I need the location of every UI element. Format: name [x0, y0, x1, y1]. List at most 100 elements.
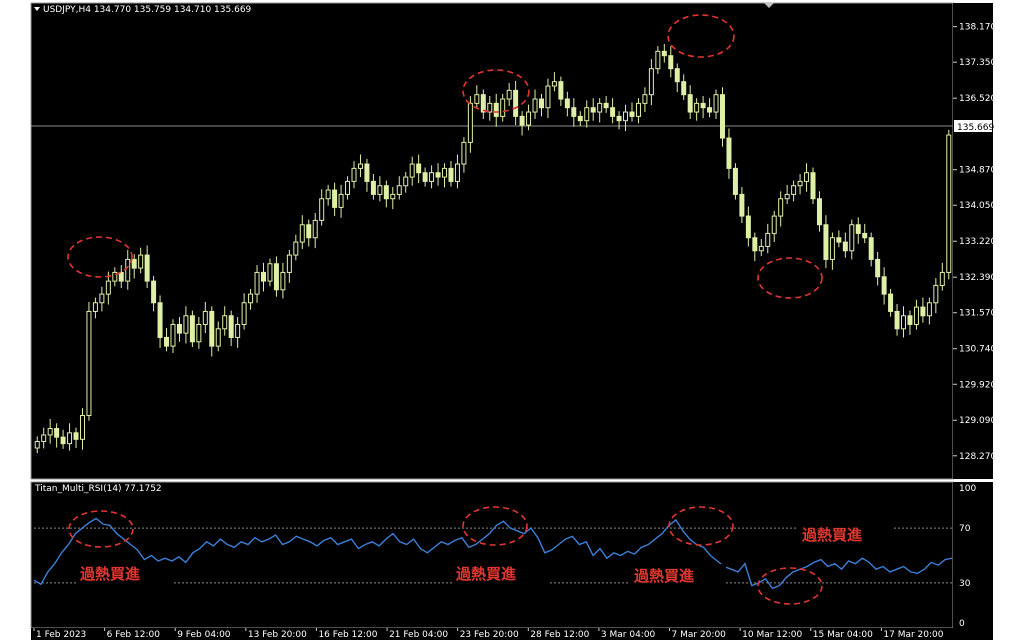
candle-body [435, 172, 441, 178]
candle-body [926, 302, 932, 317]
candle-body [429, 172, 435, 182]
rsi-level-label: 0 [959, 619, 965, 629]
candle-body [357, 163, 363, 169]
price-tick-label: 128.270 [959, 452, 996, 462]
candle-body [118, 271, 124, 282]
candle-body [338, 193, 344, 208]
candle-body [383, 185, 389, 200]
candle-body [933, 284, 939, 304]
annotation-label: 過熱買進 [633, 567, 695, 585]
time-tick-label: 16 Feb 12:00 [318, 630, 377, 640]
price-tick-label: 138.170 [959, 23, 996, 33]
rsi-level-label: 30 [959, 579, 971, 589]
candle-body [312, 219, 318, 239]
candle-body [151, 280, 157, 304]
candle-body [273, 263, 279, 291]
candle-body [189, 315, 195, 343]
symbol-header: USDJPY,H4 134.770 135.759 134.710 135.66… [43, 5, 252, 15]
candle-body [209, 310, 215, 347]
candle-body [500, 98, 506, 117]
trading-chart[interactable]: USDJPY,H4 134.770 135.759 134.710 135.66… [0, 0, 1024, 640]
candle-body [758, 245, 764, 252]
candle-body [726, 137, 732, 169]
candle-body [862, 232, 868, 239]
time-tick-label: 13 Feb 20:00 [248, 630, 307, 640]
candle-body [707, 107, 713, 113]
candle-body [823, 224, 829, 260]
candle-body [138, 254, 144, 269]
candle-body [661, 50, 667, 57]
candle-body [86, 310, 92, 416]
candle-body [571, 107, 577, 117]
candle-body [241, 302, 247, 325]
price-panel[interactable] [30, 2, 954, 480]
candle-body [551, 81, 557, 87]
candle-body [713, 94, 719, 113]
candle-body [248, 293, 254, 304]
candle-body [325, 189, 331, 200]
candle-body [280, 271, 286, 291]
candle-body [674, 68, 680, 83]
candle-body [836, 237, 842, 243]
candle-body [306, 224, 312, 239]
current-price-label: 135.669 [957, 123, 994, 133]
candle-body [442, 167, 448, 178]
candle-body [532, 98, 538, 113]
candle-body [454, 163, 460, 182]
candle-body [519, 115, 525, 126]
price-tick-label: 133.220 [959, 237, 996, 247]
candle-body [92, 302, 98, 312]
candle-body [642, 94, 648, 104]
candle-body [267, 263, 273, 282]
time-tick-label: 21 Feb 04:00 [389, 630, 448, 640]
candle-body [558, 81, 564, 100]
time-tick-label: 7 Mar 20:00 [672, 630, 727, 640]
candle-body [603, 102, 609, 109]
candle-body [590, 107, 596, 113]
candle-body [875, 258, 881, 278]
rsi-level-label: 70 [959, 524, 971, 534]
price-tick-label: 137.350 [959, 58, 996, 68]
candle-body [506, 89, 512, 100]
rsi-header: Titan_Multi_RSI(14) 77.1752 [34, 484, 162, 494]
candle-body [616, 115, 622, 122]
candle-body [732, 167, 738, 195]
candle-body [648, 68, 654, 96]
candle-body [765, 232, 771, 247]
candle-body [448, 167, 454, 182]
candle-body [816, 198, 822, 226]
price-tick-label: 129.090 [959, 416, 996, 426]
candle-body [144, 254, 150, 282]
candle-body [920, 306, 926, 317]
annotation-label: 過熱買進 [801, 526, 863, 544]
candle-body [784, 193, 790, 200]
candle-body [855, 224, 861, 234]
candle-body [105, 280, 111, 295]
candle-body [41, 434, 47, 442]
candle-body [254, 271, 260, 295]
candle-body [745, 215, 751, 239]
rsi-axis [953, 482, 993, 628]
candle-body [228, 315, 234, 338]
candle-body [623, 111, 629, 122]
candle-body [577, 115, 583, 122]
candle-body [99, 293, 105, 304]
candle-body [668, 55, 674, 70]
candle-body [946, 134, 952, 273]
candle-body [215, 328, 221, 347]
time-tick-label: 9 Feb 04:00 [177, 630, 231, 640]
rsi-level-label: 100 [959, 484, 976, 494]
time-tick-label: 10 Mar 12:00 [742, 630, 802, 640]
candle-body [493, 102, 499, 117]
candle-body [752, 237, 758, 252]
candle-body [694, 102, 700, 113]
candle-body [47, 427, 53, 436]
rsi-panel[interactable] [30, 481, 954, 629]
candle-body [681, 81, 687, 96]
time-tick-label: 17 Mar 20:00 [883, 630, 943, 640]
candle-body [881, 276, 887, 295]
annotation-label: 過熱買進 [79, 565, 141, 583]
candle-body [286, 254, 292, 273]
candle-body [319, 198, 325, 221]
candle-body [170, 323, 176, 347]
